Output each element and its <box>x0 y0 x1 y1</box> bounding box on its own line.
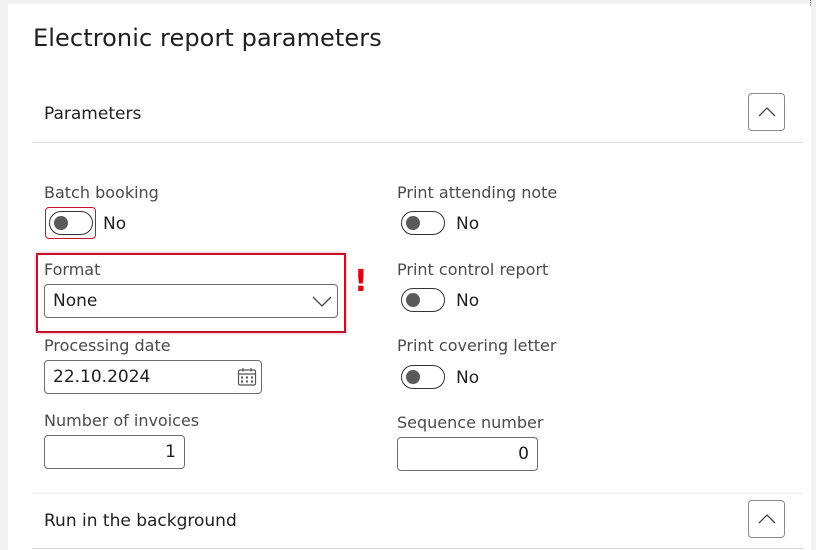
number-of-invoices-label: Number of invoices <box>44 411 200 430</box>
processing-date-input[interactable]: 22.10.2024 <box>44 360 262 394</box>
format-highlight-box <box>36 253 346 333</box>
batch-booking-toggle[interactable] <box>49 211 93 235</box>
print-control-report-toggle[interactable] <box>401 288 445 312</box>
background-collapse-button[interactable] <box>748 500 785 538</box>
scroll-indicator: ⁝ <box>809 0 812 9</box>
print-covering-letter-label: Print covering letter <box>397 336 557 355</box>
print-attending-note-value: No <box>456 214 480 234</box>
number-of-invoices-value: 1 <box>165 442 176 462</box>
print-attending-note-toggle[interactable] <box>401 211 445 235</box>
print-control-report-label: Print control report <box>397 260 549 279</box>
print-control-report-value: No <box>456 291 480 311</box>
batch-booking-value: No <box>103 214 127 234</box>
parameters-collapse-button[interactable] <box>748 93 785 131</box>
background-section-label: Run in the background <box>44 511 237 531</box>
processing-date-label: Processing date <box>44 336 171 355</box>
print-covering-letter-value: No <box>456 368 480 388</box>
toggle-knob <box>406 370 420 384</box>
batch-booking-label: Batch booking <box>44 183 159 202</box>
sequence-number-label: Sequence number <box>397 413 544 432</box>
chevron-up-icon <box>758 107 775 117</box>
sequence-number-value: 0 <box>518 444 529 464</box>
parameters-section-label: Parameters <box>44 104 142 124</box>
dialog-panel: Electronic report parameters Parameters … <box>8 4 811 550</box>
calendar-icon[interactable] <box>237 367 257 391</box>
sequence-number-input[interactable]: 0 <box>397 437 538 471</box>
background-section-header[interactable]: Run in the background <box>32 494 803 548</box>
processing-date-value: 22.10.2024 <box>53 367 151 387</box>
toggle-knob <box>406 293 420 307</box>
parameters-divider <box>32 142 803 143</box>
parameters-section-header[interactable]: Parameters <box>32 88 803 142</box>
dialog-title: Electronic report parameters <box>33 24 382 52</box>
background-divider-bottom <box>32 548 803 549</box>
toggle-knob <box>406 216 420 230</box>
print-attending-note-label: Print attending note <box>397 183 558 202</box>
chevron-up-icon <box>758 514 775 524</box>
format-warning-mark: ! <box>354 264 368 299</box>
number-of-invoices-input[interactable]: 1 <box>44 435 185 469</box>
print-covering-letter-toggle[interactable] <box>401 365 445 389</box>
toggle-knob <box>54 216 68 230</box>
